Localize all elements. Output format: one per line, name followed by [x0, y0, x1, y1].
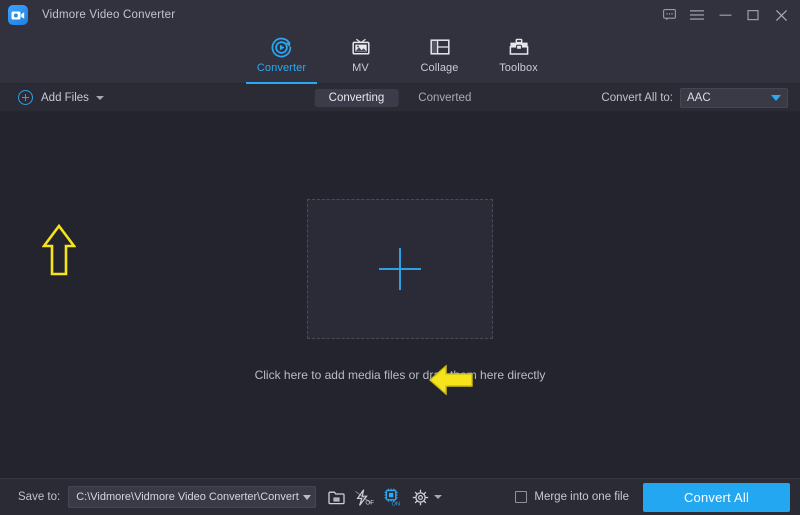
window-controls [656, 2, 794, 28]
tv-picture-icon [350, 35, 372, 59]
hardware-acceleration-toggle[interactable]: ON [380, 486, 404, 508]
status-segment-control: Converting Converted [315, 89, 486, 107]
segment-converting[interactable]: Converting [315, 89, 399, 107]
bottom-icon-buttons: OFF ON [324, 486, 442, 508]
checkbox-unchecked-icon [515, 491, 527, 503]
convert-all-to-group: Convert All to: AAC [601, 88, 788, 108]
svg-text:OFF: OFF [366, 499, 375, 506]
tab-collage[interactable]: Collage [400, 30, 479, 84]
save-path-value: C:\Vidmore\Vidmore Video Converter\Conve… [76, 491, 299, 503]
tab-converter[interactable]: Converter [242, 30, 321, 84]
caret-down-icon [434, 495, 442, 499]
tab-toolbox[interactable]: Toolbox [479, 30, 558, 84]
svg-text:ON: ON [392, 501, 400, 506]
caret-down-icon[interactable] [96, 96, 104, 100]
nav-tabs: Converter MV [242, 30, 558, 84]
segment-converted[interactable]: Converted [404, 89, 485, 107]
annotation-arrow-up [42, 224, 76, 281]
convert-all-button[interactable]: Convert All [643, 483, 790, 512]
tab-mv[interactable]: MV [321, 30, 400, 84]
main-content: Click here to add media files or drag th… [0, 112, 800, 478]
add-files-button[interactable]: Add Files [18, 90, 104, 105]
tab-label-collage: Collage [420, 62, 458, 74]
vidmore-video-converter-window: Vidmore Video Converter [0, 0, 800, 515]
title-bar: Vidmore Video Converter [0, 0, 800, 30]
format-select[interactable]: AAC [680, 88, 788, 108]
plus-large-icon [379, 248, 421, 290]
fast-conversion-toggle[interactable]: OFF [352, 486, 376, 508]
plus-circle-icon [18, 90, 33, 105]
format-value: AAC [687, 92, 771, 104]
caret-down-icon[interactable] [303, 495, 311, 500]
close-button[interactable] [768, 2, 794, 28]
collage-grid-icon [429, 35, 451, 59]
bottom-bar: Save to: C:\Vidmore\Vidmore Video Conver… [0, 478, 800, 515]
dropzone-hint-text: Click here to add media files or drag th… [0, 368, 800, 382]
app-title: Vidmore Video Converter [42, 9, 175, 21]
open-folder-button[interactable] [324, 486, 348, 508]
menu-button[interactable] [684, 2, 710, 28]
save-path-input[interactable]: C:\Vidmore\Vidmore Video Converter\Conve… [68, 486, 316, 508]
minimize-button[interactable] [712, 2, 738, 28]
convert-all-to-label: Convert All to: [601, 92, 673, 104]
feedback-button[interactable] [656, 2, 682, 28]
convert-circular-arrow-icon [270, 35, 293, 59]
gear-icon [408, 486, 432, 508]
add-files-label: Add Files [41, 92, 89, 104]
tab-label-converter: Converter [257, 62, 306, 74]
maximize-button[interactable] [740, 2, 766, 28]
merge-label: Merge into one file [534, 491, 629, 503]
tab-label-toolbox: Toolbox [499, 62, 538, 74]
tab-label-mv: MV [352, 62, 369, 74]
caret-down-blue-icon [771, 95, 781, 101]
dropzone-add-button[interactable] [307, 199, 493, 339]
save-to-label: Save to: [18, 491, 60, 503]
merge-into-one-file-checkbox[interactable]: Merge into one file [515, 491, 629, 503]
toolbox-briefcase-icon [508, 35, 530, 59]
preferences-button[interactable] [408, 486, 442, 508]
bottom-right-group: Merge into one file Convert All [515, 483, 790, 512]
converter-toolbar: Add Files Converting Converted Convert A… [0, 84, 800, 112]
app-logo-icon [8, 5, 28, 25]
main-navigation: Converter MV [0, 30, 800, 84]
